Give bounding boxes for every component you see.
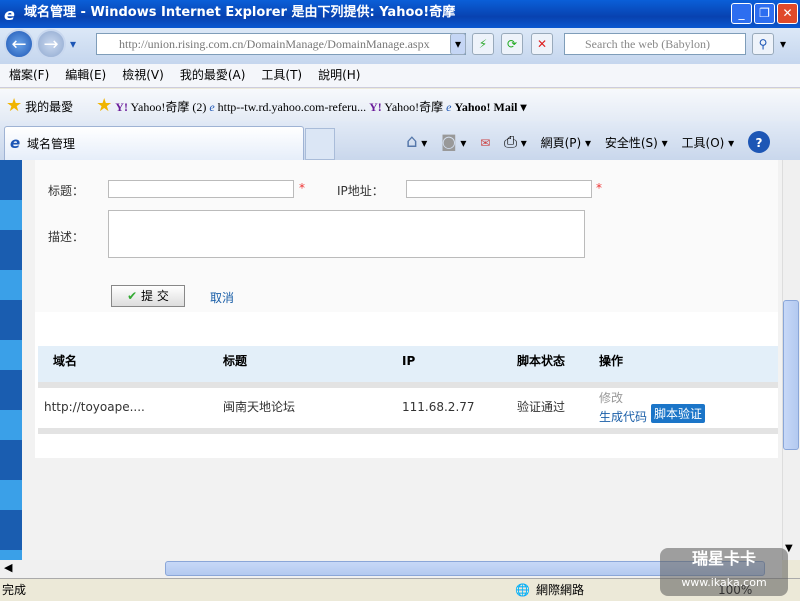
divider bbox=[38, 428, 778, 434]
ip-label: IP地址： bbox=[337, 184, 384, 198]
home-icon[interactable]: ⌂ bbox=[406, 131, 417, 152]
script-verify-button[interactable]: 脚本验证 bbox=[651, 404, 706, 423]
page-menu[interactable]: 網頁(P) ▾ bbox=[541, 136, 591, 150]
fav-item[interactable]: Yahoo!奇摩 bbox=[384, 100, 443, 114]
minimize-button[interactable]: _ bbox=[731, 3, 752, 24]
ie-icon: e bbox=[4, 5, 15, 24]
cell-domain: http://toyoape.... bbox=[44, 400, 145, 414]
status-text: 完成 bbox=[2, 583, 27, 597]
cell-status: 验证通过 bbox=[517, 400, 566, 414]
edit-link[interactable]: 修改 bbox=[599, 389, 623, 406]
col-domain: 域名 bbox=[53, 354, 78, 368]
ie-page-icon: e bbox=[446, 100, 452, 114]
star-icon: ★ bbox=[6, 95, 23, 115]
url-text: http://union.rising.com.cn/DomainManage/… bbox=[119, 37, 430, 51]
submit-button[interactable]: ✔ 提 交 bbox=[111, 285, 185, 307]
yahoo-icon: Y! bbox=[369, 100, 382, 114]
cell-title: 闽南天地论坛 bbox=[223, 400, 296, 414]
desc-label: 描述： bbox=[48, 230, 85, 244]
fav-item[interactable]: Yahoo!奇摩 (2) bbox=[131, 100, 207, 114]
maximize-button[interactable]: ❐ bbox=[754, 3, 775, 24]
menu-bar: 檔案(F) 編輯(E) 檢視(V) 我的最愛(A) 工具(T) 說明(H) bbox=[0, 64, 800, 88]
required-mark: * bbox=[299, 181, 305, 195]
search-options-icon[interactable]: ▾ bbox=[780, 37, 786, 51]
menu-edit[interactable]: 編輯(E) bbox=[65, 68, 106, 82]
address-input[interactable]: http://union.rising.com.cn/DomainManage/… bbox=[96, 33, 466, 55]
menu-tools[interactable]: 工具(T) bbox=[261, 68, 302, 82]
search-placeholder: Search the web (Babylon) bbox=[585, 37, 710, 51]
favorites-button[interactable]: 我的最愛 bbox=[25, 100, 73, 114]
refresh-button[interactable]: ⟳ bbox=[501, 33, 523, 55]
col-status: 脚本状态 bbox=[517, 354, 566, 368]
fav-item[interactable]: Yahoo! Mail ▾ bbox=[455, 100, 527, 114]
col-actions: 操作 bbox=[599, 354, 624, 368]
window-title: 域名管理 - Windows Internet Explorer 是由下列提供:… bbox=[24, 5, 456, 20]
compat-view-button[interactable]: ⚡ bbox=[472, 33, 494, 55]
ip-input[interactable] bbox=[406, 180, 592, 198]
menu-file[interactable]: 檔案(F) bbox=[9, 68, 49, 82]
table-header: 域名 标题 IP 脚本状态 操作 bbox=[38, 346, 778, 382]
generate-code-link[interactable]: 生成代码 bbox=[599, 408, 647, 425]
col-ip: IP bbox=[402, 354, 416, 368]
print-icon[interactable]: ⎙ bbox=[504, 132, 517, 151]
menu-view[interactable]: 檢視(V) bbox=[122, 68, 164, 82]
ie-icon: e bbox=[10, 134, 21, 152]
ie-page-icon: e bbox=[209, 100, 215, 114]
left-decoration bbox=[0, 160, 22, 560]
desc-textarea[interactable] bbox=[108, 210, 585, 258]
favorites-bar: ★ 我的最愛 ★ Y! Yahoo!奇摩 (2) e http--tw.rd.y… bbox=[0, 89, 800, 121]
title-bar: 域名管理 - Windows Internet Explorer 是由下列提供:… bbox=[0, 0, 800, 28]
menu-help[interactable]: 說明(H) bbox=[318, 68, 360, 82]
forward-button[interactable]: → bbox=[36, 29, 66, 59]
zone-text: 網際網路 bbox=[536, 583, 585, 597]
content-panel: 标题： * IP地址： * 描述： ✔ 提 交 取消 域名 标题 IP 脚本状态… bbox=[35, 160, 778, 458]
mail-icon[interactable]: ✉ bbox=[480, 136, 490, 150]
domain-form: 标题： * IP地址： * 描述： ✔ 提 交 取消 bbox=[35, 160, 778, 312]
scroll-left-arrow[interactable]: ◀ bbox=[4, 561, 12, 574]
tab-title: 域名管理 bbox=[27, 137, 76, 151]
tab-domain-manage[interactable]: 域名管理 bbox=[4, 126, 304, 160]
col-title: 标题 bbox=[223, 354, 248, 368]
close-button[interactable]: ✕ bbox=[777, 3, 798, 24]
feeds-icon[interactable]: ◙ bbox=[441, 132, 457, 151]
title-label: 标题： bbox=[48, 184, 85, 198]
table-row: http://toyoape.... 闽南天地论坛 111.68.2.77 验证… bbox=[38, 388, 778, 428]
watermark-logo: 瑞星卡卡 www.ikaka.com bbox=[660, 548, 788, 596]
command-bar: ⌂ ▾ ◙ ▾ ✉ ⎙ ▾ 網頁(P) ▾ 安全性(S) ▾ 工具(O) ▾ ? bbox=[396, 130, 770, 155]
globe-icon: 🌐 bbox=[515, 583, 530, 597]
search-button[interactable]: ⚲ bbox=[752, 33, 774, 55]
back-button[interactable]: ← bbox=[4, 29, 34, 59]
fav-item[interactable]: http--tw.rd.yahoo.com-referu... bbox=[218, 100, 367, 114]
tools-menu[interactable]: 工具(O) ▾ bbox=[682, 136, 735, 150]
title-input[interactable] bbox=[108, 180, 294, 198]
yahoo-icon: Y! bbox=[115, 100, 128, 114]
page-content: 标题： * IP地址： * 描述： ✔ 提 交 取消 域名 标题 IP 脚本状态… bbox=[0, 160, 782, 560]
menu-favorites[interactable]: 我的最愛(A) bbox=[180, 68, 246, 82]
required-mark: * bbox=[596, 181, 602, 195]
safety-menu[interactable]: 安全性(S) ▾ bbox=[605, 136, 668, 150]
check-icon: ✔ bbox=[127, 289, 138, 303]
search-input[interactable]: Search the web (Babylon) bbox=[564, 33, 746, 55]
add-favorite-icon[interactable]: ★ bbox=[96, 95, 112, 115]
cell-ip: 111.68.2.77 bbox=[402, 400, 475, 414]
submit-label: 提 交 bbox=[141, 289, 169, 303]
stop-button[interactable]: ✕ bbox=[531, 33, 553, 55]
help-icon[interactable]: ? bbox=[748, 131, 770, 153]
cancel-link[interactable]: 取消 bbox=[210, 289, 234, 306]
history-dropdown-icon[interactable]: ▾ bbox=[70, 37, 76, 51]
vertical-scroll-thumb[interactable] bbox=[783, 300, 799, 450]
new-tab-button[interactable] bbox=[305, 128, 335, 160]
address-dropdown[interactable]: ▾ bbox=[450, 33, 466, 55]
